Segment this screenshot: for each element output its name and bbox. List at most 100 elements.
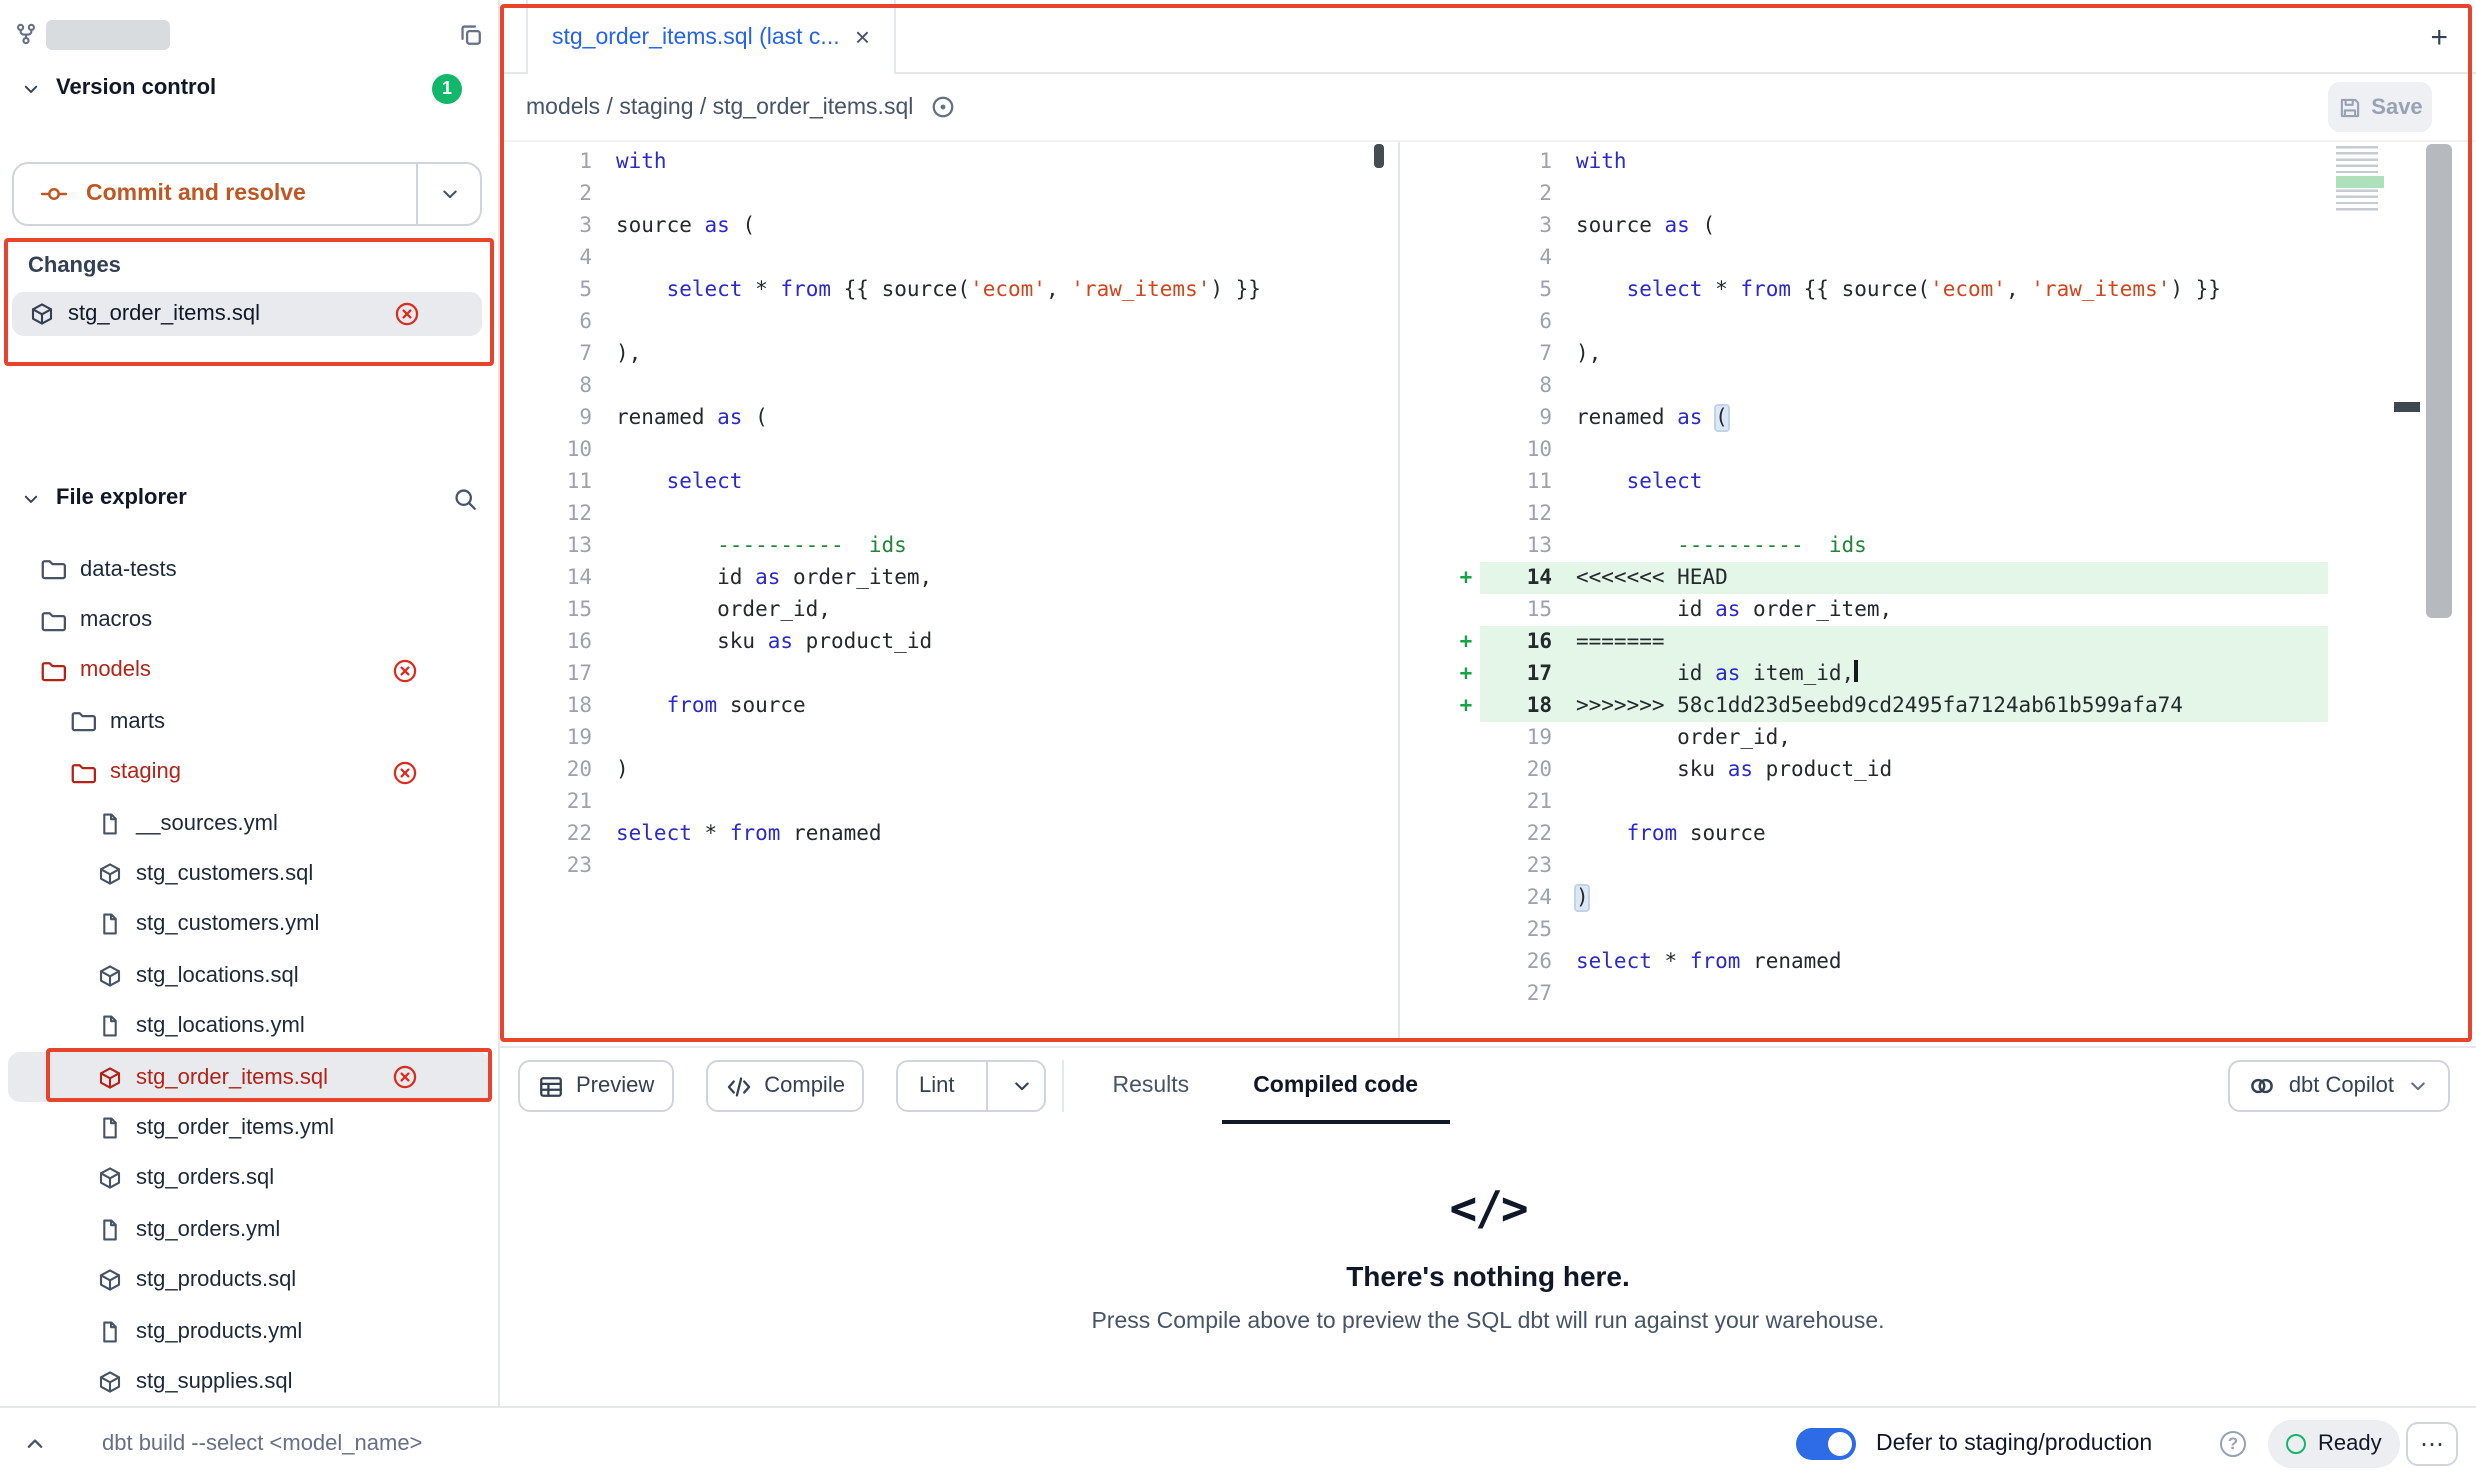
- code-line[interactable]: 4: [1452, 242, 2328, 274]
- code-line[interactable]: +14<<<<<<< HEAD: [1452, 562, 2328, 594]
- code-line[interactable]: 15 order_id,: [500, 594, 1398, 626]
- minimap[interactable]: [2336, 146, 2388, 214]
- code-line[interactable]: 13 ---------- ids: [500, 530, 1398, 562]
- code-line[interactable]: 8: [500, 370, 1398, 402]
- code-line[interactable]: 6: [1452, 306, 2328, 338]
- code-line[interactable]: 9renamed as (: [1452, 402, 2328, 434]
- tab-compiled-code[interactable]: Compiled code: [1221, 1048, 1450, 1124]
- tree-item-macros[interactable]: macros: [0, 595, 498, 646]
- code-line[interactable]: 23: [500, 850, 1398, 882]
- code-line[interactable]: 20 sku as product_id: [1452, 754, 2328, 786]
- code-line[interactable]: 25: [1452, 914, 2328, 946]
- discard-icon[interactable]: [392, 760, 418, 786]
- tree-item-models[interactable]: models: [0, 646, 498, 697]
- tree-item-stg-supplies-sql[interactable]: stg_supplies.sql: [0, 1357, 498, 1407]
- code-line[interactable]: 3source as (: [1452, 210, 2328, 242]
- code-line[interactable]: 7),: [1452, 338, 2328, 370]
- tree-item-staging[interactable]: staging: [0, 747, 498, 798]
- code-line[interactable]: 13 ---------- ids: [1452, 530, 2328, 562]
- copy-icon[interactable]: [458, 21, 484, 47]
- code-line[interactable]: 1with: [500, 146, 1398, 178]
- code-line[interactable]: 8: [1452, 370, 2328, 402]
- tree-item-stg-locations-sql[interactable]: stg_locations.sql: [0, 950, 498, 1001]
- code-line[interactable]: 12: [500, 498, 1398, 530]
- commit-options-button[interactable]: [418, 182, 480, 206]
- code-line[interactable]: 10: [500, 434, 1398, 466]
- tree-item-stg-customers-yml[interactable]: stg_customers.yml: [0, 899, 498, 950]
- editor-pane-right[interactable]: 1with23source as (45 select * from {{ so…: [1452, 142, 2328, 1042]
- expand-command-bar-icon[interactable]: [22, 1430, 48, 1456]
- code-line[interactable]: 2: [1452, 178, 2328, 210]
- discard-icon[interactable]: [394, 301, 420, 327]
- tab-results[interactable]: Results: [1080, 1048, 1221, 1124]
- code-line[interactable]: 7),: [500, 338, 1398, 370]
- code-line[interactable]: 27: [1452, 978, 2328, 1010]
- code-line[interactable]: 5 select * from {{ source('ecom', 'raw_i…: [1452, 274, 2328, 306]
- tree-item-stg-customers-sql[interactable]: stg_customers.sql: [0, 849, 498, 900]
- tree-item-stg-products-yml[interactable]: stg_products.yml: [0, 1306, 498, 1357]
- tree-item--sources-yml[interactable]: __sources.yml: [0, 798, 498, 849]
- editor-pane-left[interactable]: 1with23source as (45 select * from {{ so…: [500, 142, 1400, 1042]
- code-line[interactable]: 19 order_id,: [1452, 722, 2328, 754]
- help-icon[interactable]: ?: [2220, 1430, 2246, 1456]
- code-line[interactable]: 11 select: [500, 466, 1398, 498]
- save-button[interactable]: Save: [2328, 82, 2432, 132]
- discard-icon[interactable]: [392, 658, 418, 684]
- changed-file-item[interactable]: stg_order_items.sql: [12, 292, 482, 336]
- code-line[interactable]: 2: [500, 178, 1398, 210]
- code-line[interactable]: +18>>>>>>> 58c1dd23d5eebd9cd2495fa7124ab…: [1452, 690, 2328, 722]
- code-line[interactable]: 6: [500, 306, 1398, 338]
- code-line[interactable]: 5 select * from {{ source('ecom', 'raw_i…: [500, 274, 1398, 306]
- tree-item-stg-orders-sql[interactable]: stg_orders.sql: [0, 1153, 498, 1204]
- code-line[interactable]: 4: [500, 242, 1398, 274]
- tree-item-stg-locations-yml[interactable]: stg_locations.yml: [0, 1001, 498, 1052]
- code-line[interactable]: 16 sku as product_id: [500, 626, 1398, 658]
- chevron-down-icon[interactable]: [20, 77, 42, 99]
- tree-item-stg-order-items-sql[interactable]: stg_order_items.sql: [8, 1052, 490, 1103]
- code-line[interactable]: 18 from source: [500, 690, 1398, 722]
- code-line[interactable]: 3source as (: [500, 210, 1398, 242]
- code-line[interactable]: 15 id as order_item,: [1452, 594, 2328, 626]
- scrollbar-thumb[interactable]: [2426, 144, 2452, 618]
- code-line[interactable]: 22 from source: [1452, 818, 2328, 850]
- dbt-copilot-button[interactable]: dbt Copilot: [2229, 1060, 2450, 1112]
- tree-item-data-tests[interactable]: data-tests: [0, 544, 498, 595]
- code-line[interactable]: 14 id as order_item,: [500, 562, 1398, 594]
- version-control-section-header[interactable]: Version control 1: [0, 68, 498, 108]
- code-line[interactable]: 22select * from renamed: [500, 818, 1398, 850]
- code-line[interactable]: 21: [500, 786, 1398, 818]
- left-pane-scrollbar-thumb[interactable]: [1374, 144, 1384, 168]
- dbt-command-text[interactable]: dbt build --select <model_name>: [102, 1431, 422, 1455]
- code-line[interactable]: 24): [1452, 882, 2328, 914]
- tree-item-stg-products-sql[interactable]: stg_products.sql: [0, 1255, 498, 1306]
- tab-stg-order-items[interactable]: stg_order_items.sql (last c... ×: [526, 0, 896, 74]
- more-options-button[interactable]: ⋯: [2406, 1421, 2458, 1465]
- code-line[interactable]: 10: [1452, 434, 2328, 466]
- code-line[interactable]: 9renamed as (: [500, 402, 1398, 434]
- tree-item-marts[interactable]: marts: [0, 696, 498, 747]
- discard-icon[interactable]: [392, 1064, 418, 1090]
- search-icon[interactable]: [452, 485, 478, 511]
- new-tab-button[interactable]: +: [2430, 20, 2448, 54]
- file-explorer-section-header[interactable]: File explorer: [0, 476, 498, 520]
- code-line[interactable]: 17: [500, 658, 1398, 690]
- lint-options-button[interactable]: [1000, 1074, 1044, 1098]
- commit-and-resolve-button[interactable]: Commit and resolve: [12, 162, 482, 226]
- lint-button[interactable]: Lint: [897, 1060, 1047, 1112]
- compile-button[interactable]: Compile: [706, 1060, 865, 1112]
- code-line[interactable]: 11 select: [1452, 466, 2328, 498]
- preview-button[interactable]: Preview: [518, 1060, 674, 1112]
- code-line[interactable]: +16=======: [1452, 626, 2328, 658]
- code-line[interactable]: 26select * from renamed: [1452, 946, 2328, 978]
- code-line[interactable]: 12: [1452, 498, 2328, 530]
- close-tab-icon[interactable]: ×: [855, 24, 870, 50]
- code-line[interactable]: 19: [500, 722, 1398, 754]
- branch-icon[interactable]: [14, 22, 38, 46]
- tree-item-stg-order-items-yml[interactable]: stg_order_items.yml: [0, 1103, 498, 1154]
- code-line[interactable]: 20): [500, 754, 1398, 786]
- code-line[interactable]: +17 id as item_id,: [1452, 658, 2328, 690]
- code-line[interactable]: 1with: [1452, 146, 2328, 178]
- tree-item-stg-orders-yml[interactable]: stg_orders.yml: [0, 1204, 498, 1255]
- chevron-down-icon[interactable]: [20, 487, 42, 509]
- defer-toggle[interactable]: [1796, 1427, 1856, 1459]
